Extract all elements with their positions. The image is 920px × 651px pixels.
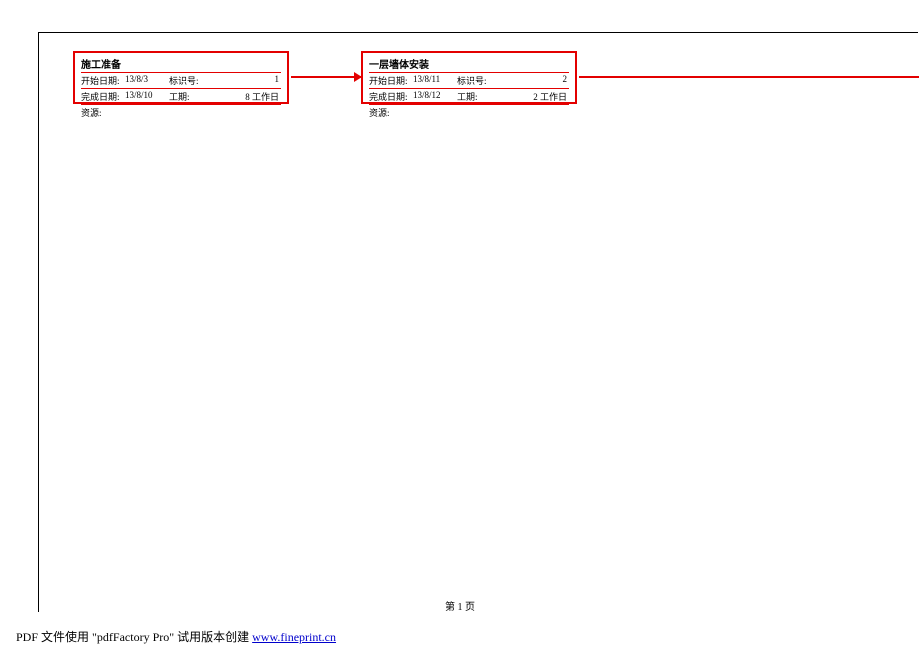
start-date-label: 开始日期: [369,74,413,87]
id-value: 1 [205,74,281,87]
task-box-1: 施工准备 开始日期: 13/8/3 标识号: 1 完成日期: 13/8/10 工… [73,51,289,104]
footer: PDF 文件使用 "pdfFactory Pro" 试用版本创建 www.fin… [16,628,336,645]
duration-value: 8 工作日 [205,90,281,103]
finish-date-value: 13/8/10 [125,90,169,103]
finish-date-value: 13/8/12 [413,90,457,103]
start-date-label: 开始日期: [81,74,125,87]
duration-label: 工期: [457,90,493,103]
id-label: 标识号: [457,74,493,87]
connector-line-out [579,76,919,78]
start-date-value: 13/8/3 [125,74,169,87]
arrow-connector-icon [291,76,361,78]
footer-text: PDF 文件使用 "pdfFactory Pro" 试用版本创建 [16,630,252,644]
id-value: 2 [493,74,569,87]
finish-date-label: 完成日期: [369,90,413,103]
task-row-finish: 完成日期: 13/8/10 工期: 8 工作日 [81,89,281,105]
id-label: 标识号: [169,74,205,87]
task-box-2: 一层墙体安装 开始日期: 13/8/11 标识号: 2 完成日期: 13/8/1… [361,51,577,104]
task-row-start: 开始日期: 13/8/11 标识号: 2 [369,73,569,89]
resource-label: 资源: [81,105,281,119]
task-title: 施工准备 [81,55,281,73]
footer-link[interactable]: www.fineprint.cn [252,630,336,644]
finish-date-label: 完成日期: [81,90,125,103]
resource-label: 资源: [369,105,569,119]
task-title: 一层墙体安装 [369,55,569,73]
task-row-start: 开始日期: 13/8/3 标识号: 1 [81,73,281,89]
page-number: 第 1 页 [0,598,920,613]
diagram-area: 施工准备 开始日期: 13/8/3 标识号: 1 完成日期: 13/8/10 工… [39,33,918,612]
start-date-value: 13/8/11 [413,74,457,87]
duration-label: 工期: [169,90,205,103]
page-frame: 施工准备 开始日期: 13/8/3 标识号: 1 完成日期: 13/8/10 工… [38,32,918,612]
task-row-finish: 完成日期: 13/8/12 工期: 2 工作日 [369,89,569,105]
duration-value: 2 工作日 [493,90,569,103]
